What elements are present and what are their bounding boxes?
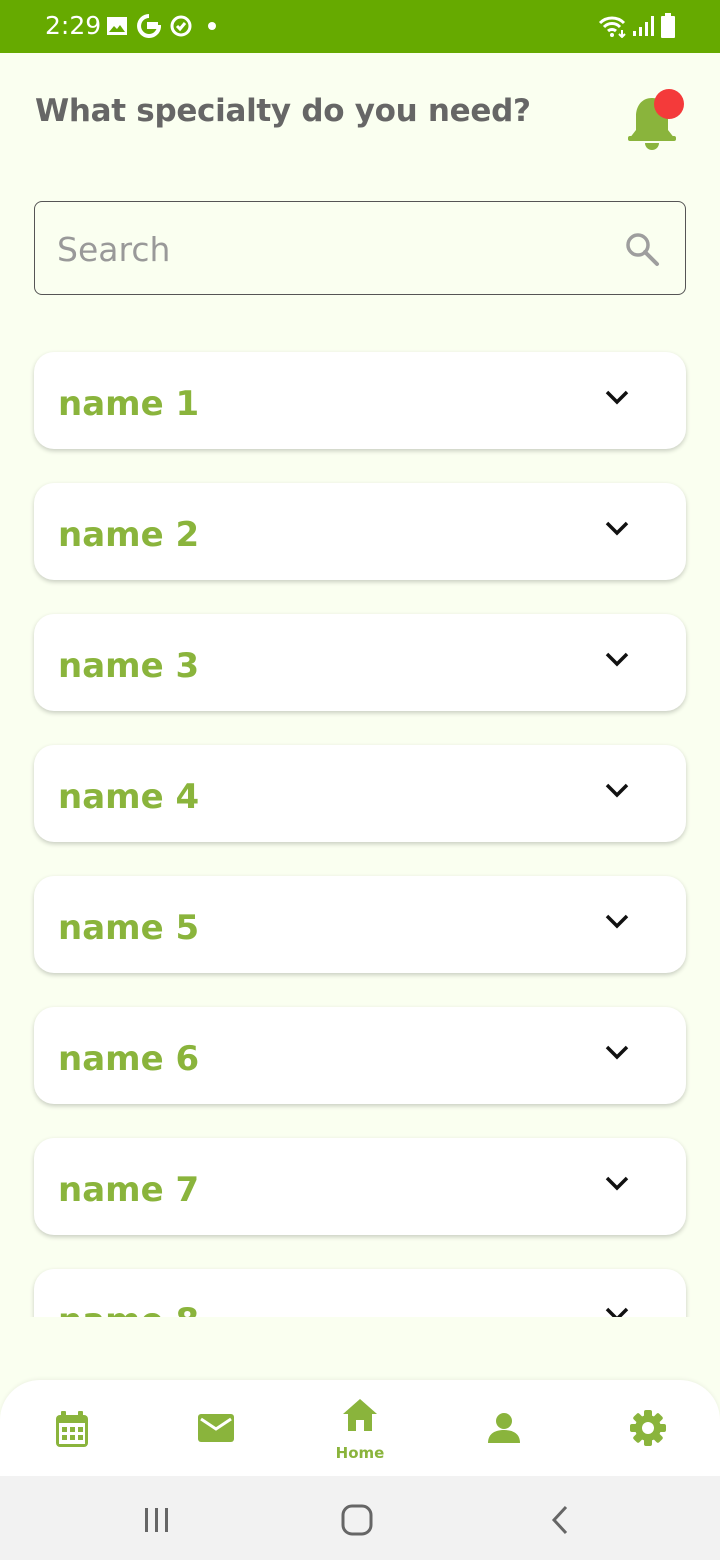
system-nav-bar — [0, 1476, 720, 1560]
specialty-card[interactable]: name 1 — [34, 352, 686, 449]
chevron-down-icon[interactable] — [604, 518, 630, 538]
bottom-nav: Home — [0, 1380, 720, 1480]
search-input[interactable] — [57, 228, 597, 270]
nav-item-settings[interactable] — [576, 1380, 720, 1480]
calendar-icon[interactable] — [54, 1410, 90, 1448]
fitness-icon — [170, 15, 192, 37]
chevron-down-icon[interactable] — [604, 780, 630, 800]
specialty-card[interactable]: name 5 — [34, 876, 686, 973]
wifi-icon — [598, 16, 626, 38]
back-icon[interactable] — [548, 1504, 572, 1536]
search-box[interactable] — [34, 201, 686, 295]
status-bar: 2:29 — [0, 0, 720, 53]
chevron-down-icon[interactable] — [604, 1173, 630, 1193]
specialty-name: name 8 — [58, 1301, 199, 1317]
battery-icon — [661, 13, 675, 38]
recent-apps-icon[interactable] — [142, 1506, 172, 1534]
specialty-name: name 7 — [58, 1170, 200, 1210]
nav-item-mail[interactable] — [144, 1380, 288, 1480]
signal-icon — [633, 16, 654, 36]
nav-label-home: Home — [335, 1444, 385, 1462]
nav-item-home[interactable]: Home — [288, 1380, 432, 1480]
chevron-down-icon[interactable] — [604, 1304, 630, 1317]
specialty-name: name 5 — [58, 908, 200, 948]
chevron-down-icon[interactable] — [604, 911, 630, 931]
specialty-card[interactable]: name 6 — [34, 1007, 686, 1104]
specialty-name: name 4 — [58, 777, 200, 817]
specialty-card[interactable]: name 7 — [34, 1138, 686, 1235]
image-icon — [107, 17, 127, 35]
mail-icon[interactable] — [197, 1413, 235, 1443]
specialty-card[interactable]: name 3 — [34, 614, 686, 711]
specialty-name: name 3 — [58, 646, 200, 686]
page-title: What specialty do you need? — [35, 93, 531, 129]
chevron-down-icon[interactable] — [604, 649, 630, 669]
specialty-name: name 2 — [58, 515, 200, 555]
home-icon[interactable] — [342, 1398, 378, 1432]
specialty-card[interactable]: name 4 — [34, 745, 686, 842]
specialty-name: name 1 — [58, 384, 200, 424]
specialty-name: name 6 — [58, 1039, 200, 1079]
nav-item-calendar[interactable] — [0, 1380, 144, 1480]
search-icon[interactable] — [623, 230, 661, 268]
gear-icon[interactable] — [630, 1410, 666, 1446]
nav-item-profile[interactable] — [432, 1380, 576, 1480]
notification-badge — [654, 89, 684, 119]
chevron-down-icon[interactable] — [604, 387, 630, 407]
dot-icon — [208, 22, 216, 30]
specialty-list[interactable]: name 1 name 2 name 3 name 4 name 5 name … — [0, 340, 720, 1317]
google-icon — [137, 14, 161, 38]
person-icon[interactable] — [487, 1412, 521, 1444]
status-time: 2:29 — [45, 11, 102, 40]
chevron-down-icon[interactable] — [604, 1042, 630, 1062]
home-button-icon[interactable] — [341, 1504, 373, 1536]
specialty-card[interactable]: name 2 — [34, 483, 686, 580]
specialty-card[interactable]: name 8 — [34, 1269, 686, 1317]
